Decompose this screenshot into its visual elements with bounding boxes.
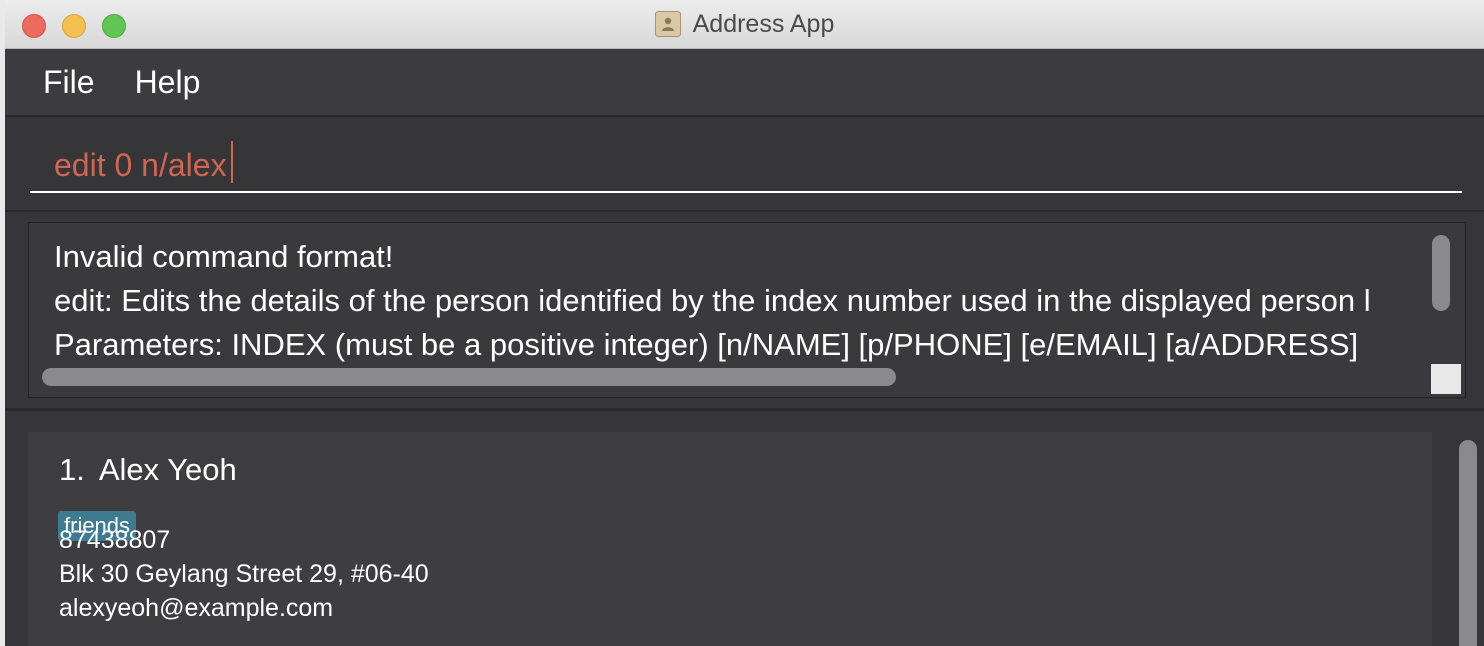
- result-display[interactable]: Invalid command format! edit: Edits the …: [28, 222, 1466, 398]
- person-list-section: 1. Alex Yeoh friends 87438807 Blk 30 Geyl…: [5, 411, 1484, 646]
- command-box-section: [5, 117, 1484, 212]
- menu-file[interactable]: File: [43, 64, 95, 101]
- result-line-3: Parameters: INDEX (must be a positive in…: [54, 327, 1359, 362]
- person-name: Alex Yeoh: [98, 452, 237, 487]
- person-address: Blk 30 Geylang Street 29, #06-40: [59, 560, 429, 588]
- title-bar[interactable]: Address App: [5, 0, 1484, 49]
- scrollbar-corner: [1431, 364, 1461, 394]
- result-line-1: Invalid command format!: [54, 239, 394, 274]
- window-title: Address App: [692, 9, 835, 38]
- result-horizontal-scrollbar[interactable]: [42, 368, 896, 386]
- result-text: Invalid command format! edit: Edits the …: [54, 235, 1371, 367]
- app-window: Address App File Help Invalid command fo…: [5, 0, 1484, 646]
- title-group: Address App: [5, 0, 1484, 48]
- menu-help[interactable]: Help: [135, 64, 201, 101]
- command-input[interactable]: [30, 139, 1462, 193]
- menu-bar: File Help: [5, 49, 1484, 117]
- person-card[interactable]: 1. Alex Yeoh friends 87438807 Blk 30 Geyl…: [28, 432, 1432, 646]
- result-display-section: Invalid command format! edit: Edits the …: [5, 212, 1484, 411]
- person-phone: 87438807: [59, 526, 171, 554]
- person-name-row: 1. Alex Yeoh: [59, 452, 237, 488]
- person-list-scrollbar[interactable]: [1459, 440, 1477, 646]
- person-index: 1.: [59, 452, 85, 487]
- address-book-icon: [654, 11, 681, 37]
- result-vertical-scrollbar[interactable]: [1432, 235, 1450, 311]
- text-caret: [231, 141, 233, 183]
- result-line-2: edit: Edits the details of the person id…: [54, 283, 1371, 318]
- person-email: alexyeoh@example.com: [59, 594, 334, 622]
